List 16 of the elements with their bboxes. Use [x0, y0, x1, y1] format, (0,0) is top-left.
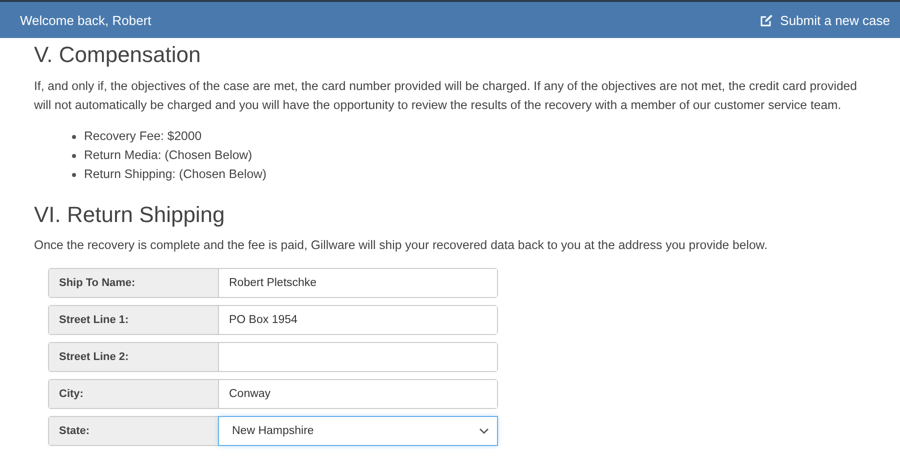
submit-case-link[interactable]: Submit a new case [760, 12, 890, 28]
bullet-icon [72, 172, 76, 176]
state-dropdown[interactable]: New Hampshire [219, 417, 497, 445]
bullet-icon [72, 154, 76, 158]
section-heading: V. Compensation [34, 42, 202, 68]
field-label: State: [49, 417, 219, 445]
list-item: Recovery Fee: $2000 [84, 128, 202, 145]
shipping-paragraph: Once the recovery is complete and the fee is paid, Gillware will ship your recovered data back to you at the address you provide below. [34, 237, 768, 254]
edit-icon [760, 14, 774, 26]
list-item: Return Shipping: (Chosen Below) [84, 166, 267, 183]
bullet-icon [72, 134, 76, 138]
list-item: Return Media: (Chosen Below) [84, 147, 252, 164]
compensation-paragraph: If, and only if, the objectives of the case are met, the card number provided will be charged. If any of the objectives are not met, the credit card provided will not automatically be charged and you will have the opportunity to review the results of the recovery with a member of our customer service team. [34, 78, 858, 114]
chevron-down-icon [479, 428, 489, 434]
welcome-text: Welcome back, Robert [20, 12, 152, 28]
section-heading: VI. Return Shipping [34, 202, 226, 228]
